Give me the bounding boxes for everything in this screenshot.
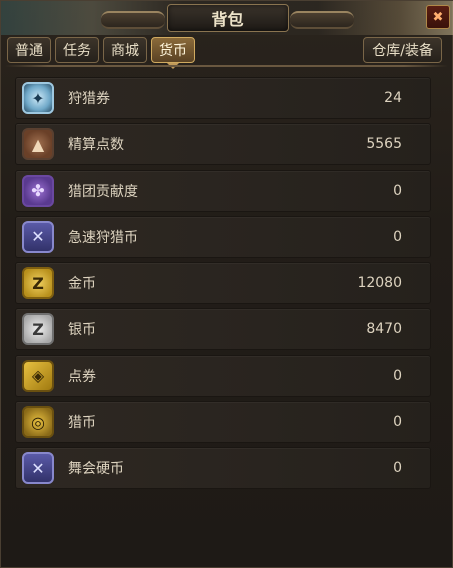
currency-name: 点券 [68,368,96,385]
currency-value: 24 [384,90,402,106]
currency-row[interactable]: Z 银币 8470 [15,308,431,351]
currency-row[interactable]: ✕ 舞会硬币 0 [15,447,431,490]
pile-icon: ▲ [22,128,54,161]
divider [5,65,448,67]
hunt-ticket-icon: ✦ [22,82,54,114]
shield-icon: ✕ [22,452,54,485]
currency-row[interactable]: ✕ 急速狩猎币 0 [15,215,431,258]
tab-label: 普通 [15,43,43,59]
currency-value: 0 [393,460,402,477]
currency-value: 12080 [357,275,402,292]
window-title: 背包 [166,4,289,32]
tab-currency[interactable]: 货币 [151,37,195,69]
tab-shop[interactable]: 商城 [103,37,147,63]
tab-normal[interactable]: 普通 [7,37,51,63]
guild-emblem-icon: ✤ [22,174,54,207]
currency-row[interactable]: ▲ 精算点数 5565 [15,123,431,166]
tab-quest[interactable]: 任务 [55,37,99,63]
currency-row[interactable]: ✦ 狩猎券 24 [15,77,431,119]
tab-label: 商城 [111,43,139,59]
storage-equipment-button[interactable]: 仓库/装备 [363,37,442,63]
gold-coin-icon: Z [22,267,54,300]
currency-name: 银币 [68,322,96,339]
currency-value: 0 [393,414,402,431]
currency-row[interactable]: ◈ 点券 0 [15,354,431,397]
tab-label: 任务 [63,43,91,59]
silver-coin-icon: Z [22,313,54,346]
ticket-tag-icon: ◈ [22,359,54,392]
currency-value: 8470 [366,321,402,338]
currency-name: 舞会硬币 [68,461,124,478]
tab-bar: 普通 任务 商城 货币 [7,37,195,69]
backpack-window: 背包 ✖ 普通 任务 商城 货币 仓库/装备 ✦ 狩猎券 24 ▲ 精算点数 5… [0,0,453,568]
currency-name: 猎团贡献度 [68,183,138,200]
shield-icon: ✕ [22,220,54,253]
currency-row[interactable]: ✤ 猎团贡献度 0 [15,169,431,212]
currency-name: 猎币 [68,415,96,432]
close-button[interactable]: ✖ [426,5,450,29]
currency-value: 0 [393,182,402,199]
currency-row[interactable]: Z 金币 12080 [15,262,431,305]
currency-name: 急速狩猎币 [68,229,138,246]
title-bar: 背包 [101,4,354,32]
storage-button-label: 仓库/装备 [372,43,433,59]
hunt-coin-icon: ◎ [22,406,54,439]
currency-value: 5565 [366,136,402,153]
currency-name: 精算点数 [68,137,124,154]
currency-value: 0 [393,367,402,384]
currency-name: 金币 [68,276,96,293]
currency-row[interactable]: ◎ 猎币 0 [15,401,431,444]
currency-name: 狩猎券 [68,91,110,107]
ornament-right [290,11,354,29]
close-icon: ✖ [432,9,444,25]
ornament-left [101,11,165,29]
tab-label: 货币 [159,43,187,59]
currency-value: 0 [393,228,402,245]
currency-list: ✦ 狩猎券 24 ▲ 精算点数 5565 ✤ 猎团贡献度 0 ✕ 急速狩猎币 0… [15,77,431,494]
